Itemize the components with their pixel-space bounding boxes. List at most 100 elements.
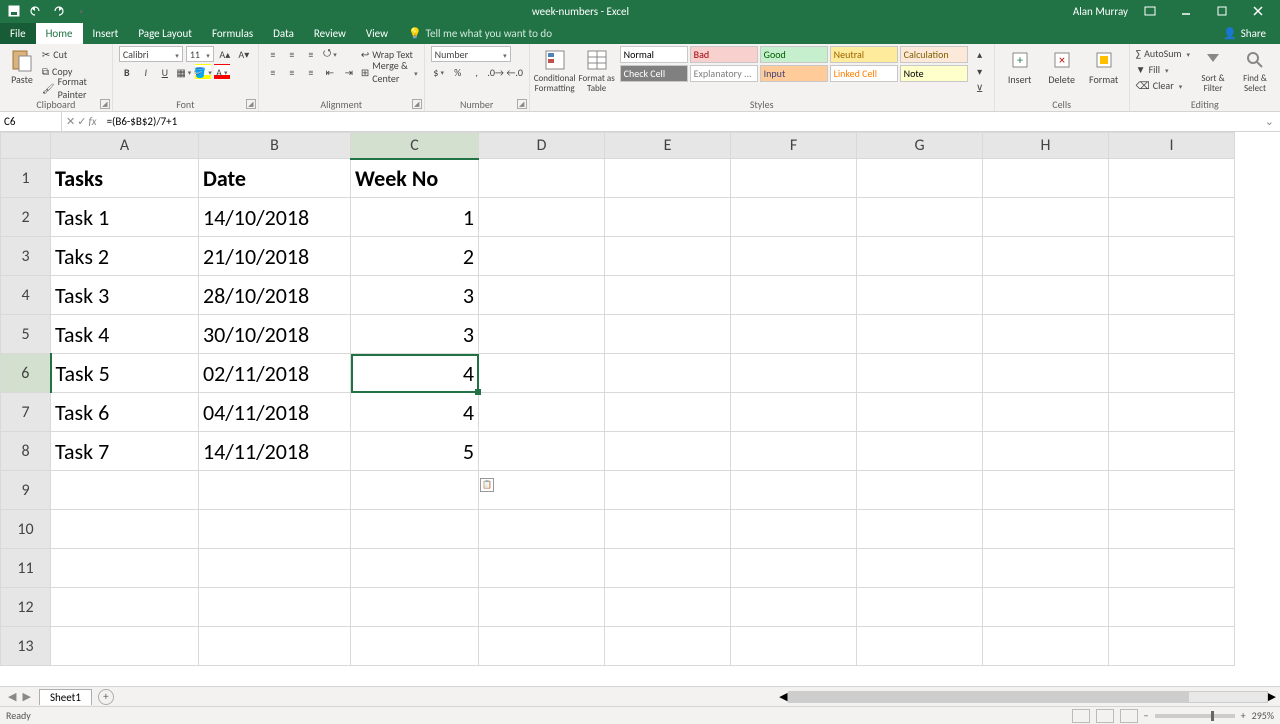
column-headers[interactable]: A B C D E F G H I	[1, 133, 1235, 159]
qat-customize-icon[interactable]	[72, 3, 88, 19]
cell-F6[interactable]	[731, 354, 857, 393]
cell-E10[interactable]	[605, 510, 731, 549]
enter-formula-icon[interactable]: ✓	[77, 115, 86, 128]
cell-D2[interactable]	[479, 198, 605, 237]
format-cells-button[interactable]: Format	[1085, 46, 1123, 85]
fill-handle[interactable]	[475, 389, 481, 395]
cell-B2[interactable]: 14/10/2018	[199, 198, 351, 237]
zoom-slider[interactable]	[1155, 714, 1235, 718]
cell-B6[interactable]: 02/11/2018	[199, 354, 351, 393]
cell-C4[interactable]: 3	[351, 276, 479, 315]
bold-button[interactable]: B	[119, 64, 135, 80]
cell-B1[interactable]: Date	[199, 159, 351, 198]
normal-view-icon[interactable]	[1072, 709, 1090, 723]
add-sheet-button[interactable]: +	[98, 689, 114, 705]
cell-F3[interactable]	[731, 237, 857, 276]
cell-F4[interactable]	[731, 276, 857, 315]
cell-A4[interactable]: Task 3	[51, 276, 199, 315]
cell-C5[interactable]: 3	[351, 315, 479, 354]
cell-F1[interactable]	[731, 159, 857, 198]
cell-I10[interactable]	[1109, 510, 1235, 549]
cell-H2[interactable]	[983, 198, 1109, 237]
cell-style-calculation[interactable]: Calculation	[900, 46, 968, 63]
cell-G10[interactable]	[857, 510, 983, 549]
cell-G5[interactable]	[857, 315, 983, 354]
indent-increase-icon[interactable]: ⇥	[341, 64, 357, 80]
maximize-icon[interactable]	[1208, 0, 1236, 22]
cell-D6[interactable]	[479, 354, 605, 393]
row-header-12[interactable]: 12	[1, 588, 51, 627]
cell-H7[interactable]	[983, 393, 1109, 432]
cell-A11[interactable]	[51, 549, 199, 588]
cell-C2[interactable]: 1	[351, 198, 479, 237]
cell-C3[interactable]: 2	[351, 237, 479, 276]
col-header-e[interactable]: E	[605, 133, 731, 159]
cell-E11[interactable]	[605, 549, 731, 588]
cell-A7[interactable]: Task 6	[51, 393, 199, 432]
page-layout-view-icon[interactable]	[1096, 709, 1114, 723]
cell-A1[interactable]: Tasks	[51, 159, 199, 198]
save-icon[interactable]	[6, 3, 22, 19]
col-header-d[interactable]: D	[479, 133, 605, 159]
cell-I1[interactable]	[1109, 159, 1235, 198]
col-header-a[interactable]: A	[51, 133, 199, 159]
cell-E4[interactable]	[605, 276, 731, 315]
cell-A12[interactable]	[51, 588, 199, 627]
tab-data[interactable]: Data	[263, 23, 304, 44]
col-header-g[interactable]: G	[857, 133, 983, 159]
user-name[interactable]: Alan Murray	[1073, 5, 1128, 18]
cell-style-explanatory-[interactable]: Explanatory ...	[690, 65, 758, 82]
zoom-out-icon[interactable]: −	[1144, 709, 1149, 722]
cell-D11[interactable]	[479, 549, 605, 588]
undo-icon[interactable]	[28, 3, 44, 19]
cell-A13[interactable]	[51, 627, 199, 666]
cell-style-note[interactable]: Note	[900, 65, 968, 82]
cell-G9[interactable]	[857, 471, 983, 510]
cell-E3[interactable]	[605, 237, 731, 276]
cell-E5[interactable]	[605, 315, 731, 354]
row-header-6[interactable]: 6	[1, 354, 51, 393]
insert-cells-button[interactable]: +Insert	[1001, 46, 1039, 85]
row-header-11[interactable]: 11	[1, 549, 51, 588]
cell-A2[interactable]: Task 1	[51, 198, 199, 237]
fx-icon[interactable]: fx	[88, 115, 96, 128]
accounting-format-icon[interactable]: $	[431, 64, 447, 80]
cell-B9[interactable]	[199, 471, 351, 510]
orientation-icon[interactable]: ⭯	[322, 46, 338, 62]
cell-I13[interactable]	[1109, 627, 1235, 666]
cell-C6[interactable]: 4	[351, 354, 479, 393]
cell-F7[interactable]	[731, 393, 857, 432]
paste-options-icon[interactable]: 📋	[480, 478, 494, 492]
cell-E2[interactable]	[605, 198, 731, 237]
increase-font-icon[interactable]: A▴	[217, 46, 233, 62]
row-header-2[interactable]: 2	[1, 198, 51, 237]
cell-G4[interactable]	[857, 276, 983, 315]
cell-D3[interactable]	[479, 237, 605, 276]
cell-A9[interactable]	[51, 471, 199, 510]
cell-G3[interactable]	[857, 237, 983, 276]
cell-D7[interactable]	[479, 393, 605, 432]
cell-F11[interactable]	[731, 549, 857, 588]
col-header-b[interactable]: B	[199, 133, 351, 159]
cell-H11[interactable]	[983, 549, 1109, 588]
cell-I12[interactable]	[1109, 588, 1235, 627]
cell-H1[interactable]	[983, 159, 1109, 198]
cell-I9[interactable]	[1109, 471, 1235, 510]
cell-D5[interactable]	[479, 315, 605, 354]
delete-cells-button[interactable]: ×Delete	[1043, 46, 1081, 85]
cell-I5[interactable]	[1109, 315, 1235, 354]
cell-style-input[interactable]: Input	[760, 65, 828, 82]
cell-style-neutral[interactable]: Neutral	[830, 46, 898, 63]
decrease-font-icon[interactable]: A▾	[236, 46, 252, 62]
format-as-table-button[interactable]: Format as Table	[578, 46, 616, 94]
cell-F8[interactable]	[731, 432, 857, 471]
cell-A10[interactable]	[51, 510, 199, 549]
select-all-corner[interactable]	[1, 133, 51, 159]
tab-page-layout[interactable]: Page Layout	[128, 23, 202, 44]
cell-D1[interactable]	[479, 159, 605, 198]
cell-E8[interactable]	[605, 432, 731, 471]
autosum-button[interactable]: ∑AutoSum	[1136, 46, 1190, 61]
cell-F2[interactable]	[731, 198, 857, 237]
cell-C13[interactable]	[351, 627, 479, 666]
redo-icon[interactable]	[50, 3, 66, 19]
